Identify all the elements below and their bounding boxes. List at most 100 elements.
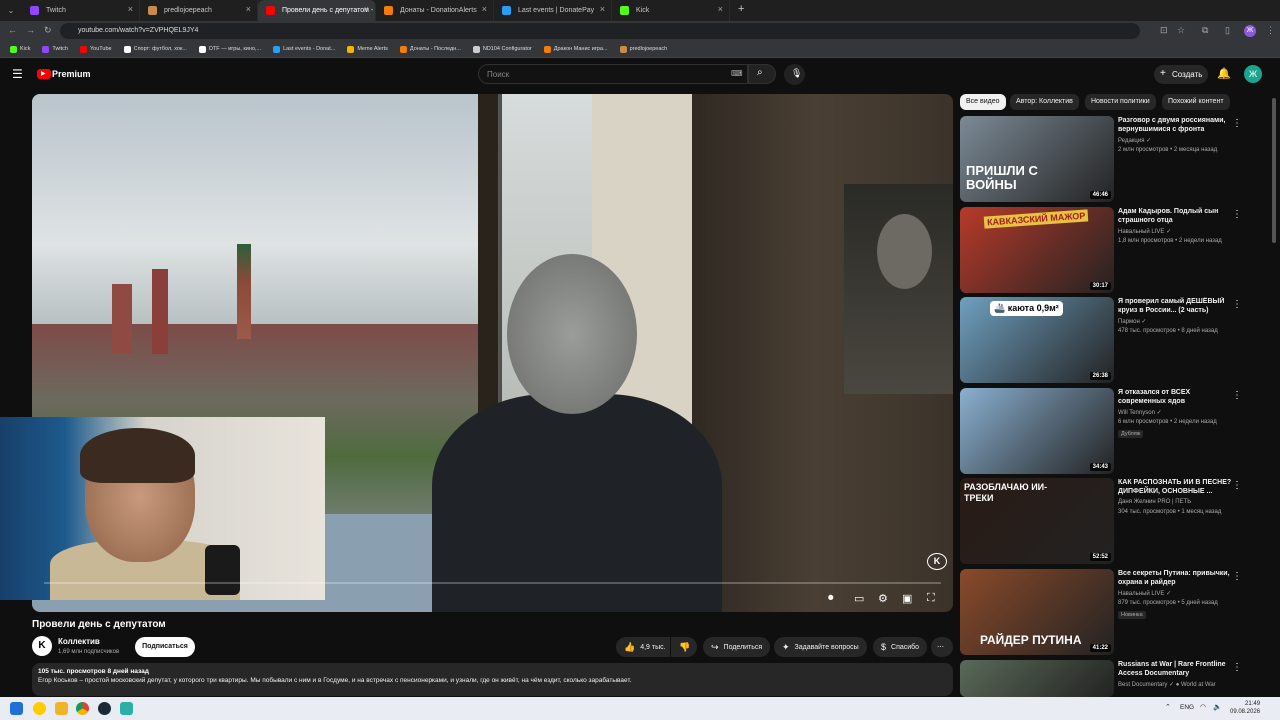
- recommended-channel[interactable]: Навальный LIVE ✓: [1118, 590, 1171, 597]
- create-button[interactable]: + Создать: [1154, 65, 1208, 84]
- subscribe-button[interactable]: Подписаться: [135, 637, 195, 657]
- tab-close-icon[interactable]: ×: [600, 4, 605, 14]
- description-box[interactable]: 105 тыс. просмотров 8 дней назад Егор Ко…: [32, 663, 953, 696]
- tab-close-icon[interactable]: ×: [246, 4, 251, 14]
- bookmark-item[interactable]: DTF — игры, кино,...: [198, 45, 261, 53]
- hamburger-menu-icon[interactable]: ☰: [12, 67, 23, 81]
- recommended-video-title[interactable]: Russians at War | Rare Frontline Access …: [1118, 660, 1236, 678]
- tab-close-icon[interactable]: ×: [364, 4, 369, 14]
- more-vertical-icon[interactable]: ⋮: [1232, 480, 1242, 491]
- windows-start-icon[interactable]: [10, 702, 23, 715]
- bookmark-star-icon[interactable]: ☆: [1177, 25, 1185, 36]
- channel-watermark[interactable]: K: [927, 553, 947, 570]
- settings-gear-icon[interactable]: ⚙: [878, 592, 888, 605]
- video-thumbnail[interactable]: ПРИШЛИ С ВОЙНЫ 46:46: [960, 116, 1114, 202]
- chip-politics-news[interactable]: Новости политики: [1085, 94, 1156, 110]
- more-vertical-icon[interactable]: ⋮: [1232, 390, 1242, 401]
- account-avatar[interactable]: Ж: [1244, 65, 1262, 83]
- profile-avatar[interactable]: Ж: [1244, 25, 1256, 37]
- tab-list-button[interactable]: ⌄: [0, 0, 22, 21]
- tab-close-icon[interactable]: ×: [482, 4, 487, 14]
- more-vertical-icon[interactable]: ⋮: [1232, 662, 1242, 673]
- steam-icon[interactable]: [98, 702, 111, 715]
- bookmark-item[interactable]: predlojoepeach: [619, 45, 667, 53]
- search-input[interactable]: Поиск ⌨: [478, 64, 748, 84]
- bookmark-item[interactable]: Дракон Манис игра...: [543, 45, 608, 53]
- reload-icon[interactable]: ↻: [44, 25, 52, 36]
- recommended-channel[interactable]: Навальный LIVE ✓: [1118, 228, 1171, 235]
- bookmark-item[interactable]: Kick: [10, 45, 30, 53]
- language-indicator[interactable]: ENG: [1180, 704, 1194, 711]
- browser-tab[interactable]: Донаты - DonationAlerts ×: [376, 0, 494, 21]
- tab-close-icon[interactable]: ×: [718, 4, 723, 14]
- autoplay-toggle-icon[interactable]: ⏺: [828, 592, 834, 605]
- fullscreen-icon[interactable]: ⛶: [927, 592, 935, 605]
- wifi-icon[interactable]: ◠: [1200, 703, 1206, 711]
- recommended-video[interactable]: ПРИШЛИ С ВОЙНЫ 46:46 Разговор с двумя росс…: [960, 116, 1260, 202]
- voice-search-button[interactable]: 🎙: [784, 64, 805, 85]
- more-vertical-icon[interactable]: ⋮: [1232, 209, 1242, 220]
- recommended-video[interactable]: 34:43 Я отказался от ВСЕХ современных ядо…: [960, 388, 1260, 474]
- bookmark-item[interactable]: ND104 Configurator: [472, 45, 532, 53]
- recommended-channel[interactable]: Пармон ✓: [1118, 318, 1146, 325]
- url-input[interactable]: youtube.com/watch?v=ZVPHQEL9JY4: [60, 23, 1140, 39]
- bookmark-item[interactable]: Twitch: [42, 45, 68, 53]
- recommended-video-title[interactable]: Я проверил самый ДЕШЁВЫЙ круиз в России.…: [1118, 297, 1236, 315]
- recommended-channel[interactable]: Даня Желнин PRO | ПЕТЬ: [1118, 499, 1191, 505]
- miniplayer-icon[interactable]: ▣: [902, 592, 912, 605]
- browser-tab[interactable]: Last events | DonatePay ×: [494, 0, 612, 21]
- video-thumbnail[interactable]: 34:43: [960, 388, 1114, 474]
- video-thumbnail[interactable]: КАВКАЗСКИЙ МАЖОР 30:17: [960, 207, 1114, 293]
- sidebar-icon[interactable]: ▯: [1225, 25, 1230, 36]
- channel-avatar[interactable]: K: [32, 636, 52, 656]
- video-thumbnail[interactable]: РАЙДЕР ПУТИНА 41:22: [960, 569, 1114, 655]
- extensions-icon[interactable]: ⧉: [1202, 25, 1208, 36]
- recommended-video-title[interactable]: Все секреты Путина: привычки, охрана и р…: [1118, 569, 1236, 587]
- recommended-video[interactable]: РАЗОБЛАЧАЮ ИИ-ТРЕКИ 52:52 КАК РАСПОЗНАТЬ И…: [960, 478, 1260, 564]
- bookmark-item[interactable]: YouTube: [79, 45, 112, 53]
- video-thumbnail[interactable]: РАЗОБЛАЧАЮ ИИ-ТРЕКИ 52:52: [960, 478, 1114, 564]
- menu-icon[interactable]: ⋮: [1266, 25, 1275, 36]
- recommended-video[interactable]: 🚢 каюта 0,9м² 26:38 Я проверил самый ДЕШЁВ…: [960, 297, 1260, 383]
- recommended-video[interactable]: РАЙДЕР ПУТИНА 41:22 Все секреты Путина: пр…: [960, 569, 1260, 655]
- more-vertical-icon[interactable]: ⋮: [1232, 118, 1242, 129]
- browser-tab[interactable]: predlojoepeach ×: [140, 0, 258, 21]
- forward-icon[interactable]: →: [26, 25, 35, 35]
- subtitles-icon[interactable]: ▭: [854, 592, 864, 605]
- channel-name[interactable]: Коллектив: [58, 637, 100, 646]
- chip-author[interactable]: Автор: Коллектив: [1010, 94, 1079, 110]
- volume-icon[interactable]: 🔈: [1213, 703, 1222, 711]
- video-thumbnail[interactable]: [960, 660, 1114, 697]
- browser-tab[interactable]: Kick ×: [612, 0, 730, 21]
- yandex-browser-icon[interactable]: [33, 702, 46, 715]
- search-button[interactable]: ⌕: [748, 64, 776, 84]
- recommended-video-title[interactable]: Я отказался от ВСЕХ современных ядов: [1118, 388, 1236, 406]
- clock[interactable]: 21:49 09.08.2026: [1230, 700, 1260, 716]
- browser-tab[interactable]: Провели день с депутатом - Y ×: [258, 0, 376, 21]
- recommended-video[interactable]: Russians at War | Rare Frontline Access …: [960, 660, 1260, 697]
- recommended-video-title[interactable]: Адам Кадыров. Подлый сын страшного отца: [1118, 207, 1236, 225]
- like-button[interactable]: 👍 4,9 тыс.: [616, 637, 670, 657]
- share-button[interactable]: ↪ Поделиться: [703, 637, 771, 657]
- chip-all-videos[interactable]: Все видео: [960, 94, 1006, 110]
- install-icon[interactable]: ⊡: [1160, 25, 1168, 36]
- ask-questions-button[interactable]: ✦ Задавайте вопросы: [774, 637, 867, 657]
- chrome-icon[interactable]: [76, 702, 89, 715]
- thanks-button[interactable]: $ Спасибо: [873, 637, 928, 657]
- recommended-channel[interactable]: Will Tennyson ✓: [1118, 409, 1162, 416]
- video-progress-bar[interactable]: [44, 582, 941, 584]
- more-actions-button[interactable]: ⋯: [931, 637, 953, 657]
- back-icon[interactable]: ←: [8, 25, 17, 35]
- notifications-bell-icon[interactable]: 🔔: [1217, 67, 1231, 80]
- browser-tab[interactable]: Twitch ×: [22, 0, 140, 21]
- tray-expand-icon[interactable]: ⌃: [1165, 703, 1171, 711]
- bookmark-item[interactable]: Донаты - Последн...: [399, 45, 461, 53]
- dislike-button[interactable]: 👎: [671, 637, 697, 657]
- bookmark-item[interactable]: Last events - Donat...: [273, 45, 335, 53]
- recommended-channel[interactable]: Редакция ✓: [1118, 137, 1151, 144]
- more-vertical-icon[interactable]: ⋮: [1232, 299, 1242, 310]
- video-thumbnail[interactable]: 🚢 каюта 0,9м² 26:38: [960, 297, 1114, 383]
- app-icon[interactable]: [120, 702, 133, 715]
- recommended-video[interactable]: КАВКАЗСКИЙ МАЖОР 30:17 Адам Кадыров. Подлы…: [960, 207, 1260, 293]
- file-explorer-icon[interactable]: [55, 702, 68, 715]
